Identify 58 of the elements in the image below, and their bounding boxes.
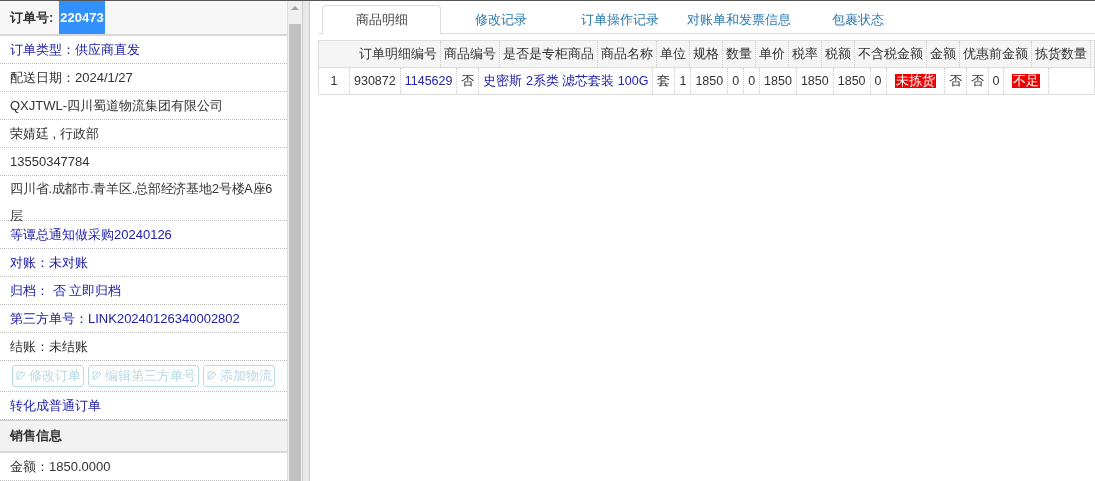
tab[interactable]: 订单操作记录 — [560, 5, 679, 33]
column-header: 商品编号 — [441, 41, 500, 67]
column-header: 拣货数量 — [1032, 41, 1091, 67]
order-detail[interactable]: 等谭总通知做采购20240126 — [0, 221, 288, 249]
order-detail: 荣婧廷 , 行政部 — [0, 120, 288, 148]
tab[interactable]: 修改记录 — [441, 5, 560, 33]
status-tag: 不足 — [1012, 74, 1041, 88]
order-detail[interactable]: 归档： 否 立即归档 — [0, 277, 288, 305]
column-header: 是否是专柜商品 — [500, 41, 598, 67]
tab[interactable]: 商品明细 — [322, 5, 441, 34]
order-detail[interactable]: 第三方单号：LINK20240126340002802 — [0, 305, 288, 333]
order-detail: 结账：未结账 — [0, 333, 288, 361]
column-header: 不含税金额 — [855, 41, 927, 67]
pencil-icon — [15, 370, 27, 382]
table-cell[interactable]: 史密斯 2系类 滤芯套装 100G — [479, 68, 654, 94]
column-header: 金额 — [927, 41, 960, 67]
order-number-label: 订单号: — [10, 8, 54, 27]
table-cell: 0 — [728, 68, 745, 94]
table-cell: 1850 — [833, 68, 871, 94]
table-cell: 否 — [944, 68, 967, 94]
column-header: 数量 — [723, 41, 756, 67]
table-cell: 0 — [870, 68, 887, 94]
pencil-icon — [206, 370, 218, 382]
column-header: 商品名称 — [598, 41, 657, 67]
column-header: 单价 — [756, 41, 789, 67]
column-header: 规格 — [690, 41, 723, 67]
table-cell: 1850 — [691, 68, 729, 94]
table-cell: 1850 — [760, 68, 797, 94]
table-cell: 1 — [675, 68, 692, 94]
splitter[interactable] — [302, 1, 310, 481]
column-header: 单位 — [657, 41, 690, 67]
table-cell: 930872 — [350, 68, 401, 94]
column-header: 税率 — [789, 41, 822, 67]
order-detail[interactable]: 订单类型：供应商直发 — [0, 36, 288, 64]
order-detail: 配送日期：2024/1/27 — [0, 64, 288, 92]
amount-text: 金额：1850.0000 — [0, 453, 288, 481]
order-detail: 13550347784 — [0, 148, 288, 176]
scrollbar[interactable] — [288, 1, 303, 481]
order-number: 220473 — [59, 1, 105, 34]
order-detail: QXJTWL-四川蜀道物流集团有限公司 — [0, 92, 288, 120]
table-cell: 1 — [319, 68, 350, 94]
status-tag: 未拣货 — [894, 74, 936, 88]
order-detail: 四川省.成都市.青羊区.总部经济基地2号楼A座6层 — [0, 176, 288, 221]
tab[interactable]: 对账单和发票信息 — [679, 5, 798, 33]
order-detail[interactable]: 对账：未对账 — [0, 249, 288, 277]
table-cell: 否 — [966, 68, 989, 94]
column-header: 优惠前金额 — [960, 41, 1032, 67]
pencil-icon — [91, 370, 103, 382]
table-cell: 套 — [653, 68, 676, 94]
table-cell: 否 — [457, 68, 480, 94]
table-cell: 0 — [744, 68, 761, 94]
table-cell: 1850 — [796, 68, 834, 94]
tab[interactable]: 包裹状态 — [798, 5, 917, 33]
table-cell[interactable]: 1145629 — [400, 68, 458, 94]
section-header: 销售信息 — [0, 420, 288, 453]
column-header: 税额 — [822, 41, 855, 67]
table-cell: 0 — [988, 68, 1005, 94]
column-header: 订单明细编号 — [356, 41, 441, 67]
